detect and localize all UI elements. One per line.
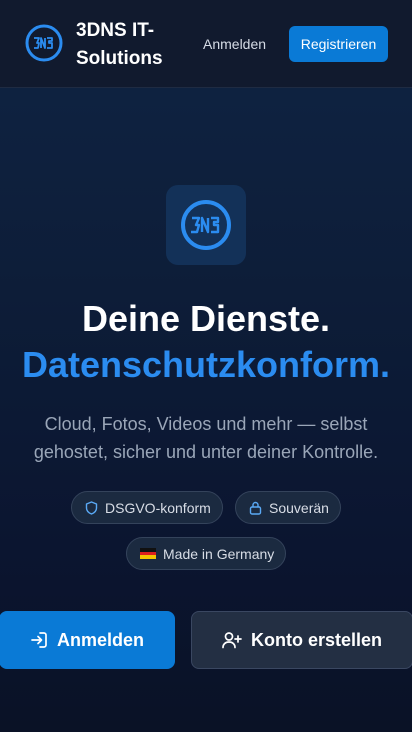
- hero-logo-tile: [166, 185, 246, 265]
- hero-logo-icon: [181, 200, 231, 250]
- header-register-button[interactable]: Registrieren: [289, 26, 388, 62]
- badge-made-in-germany: Made in Germany: [126, 537, 286, 570]
- brand-logo-icon[interactable]: [24, 23, 64, 63]
- login-button-label: Anmelden: [56, 629, 144, 650]
- germany-flag-icon: [140, 548, 156, 560]
- create-account-button[interactable]: Konto erstellen: [191, 611, 412, 669]
- badge-dsgvo: DSGVO-konform: [71, 491, 223, 524]
- badge-label: Made in Germany: [163, 545, 275, 562]
- shield-icon: [85, 500, 98, 515]
- sign-in-icon: [31, 632, 47, 648]
- top-header: 3DNS IT-Solutions Anmelden Registrieren: [0, 0, 412, 88]
- hero-headline: Deine Dienste.: [81, 298, 331, 339]
- badge-souveraen: Souverän: [235, 491, 341, 524]
- badge-label: DSGVO-konform: [105, 499, 211, 516]
- brand-name[interactable]: 3DNS IT-Solutions: [76, 17, 206, 73]
- lock-icon: [249, 501, 262, 515]
- create-account-button-label: Konto erstellen: [250, 629, 383, 650]
- hero-subtitle: Cloud, Fotos, Videos und mehr — selbst g…: [33, 414, 379, 462]
- badge-label: Souverän: [269, 499, 329, 516]
- user-plus-icon: [222, 632, 242, 649]
- header-login-link[interactable]: Anmelden: [203, 35, 266, 53]
- login-button[interactable]: Anmelden: [0, 611, 175, 669]
- hero-headline-highlight: Datenschutzkonform.: [21, 344, 391, 385]
